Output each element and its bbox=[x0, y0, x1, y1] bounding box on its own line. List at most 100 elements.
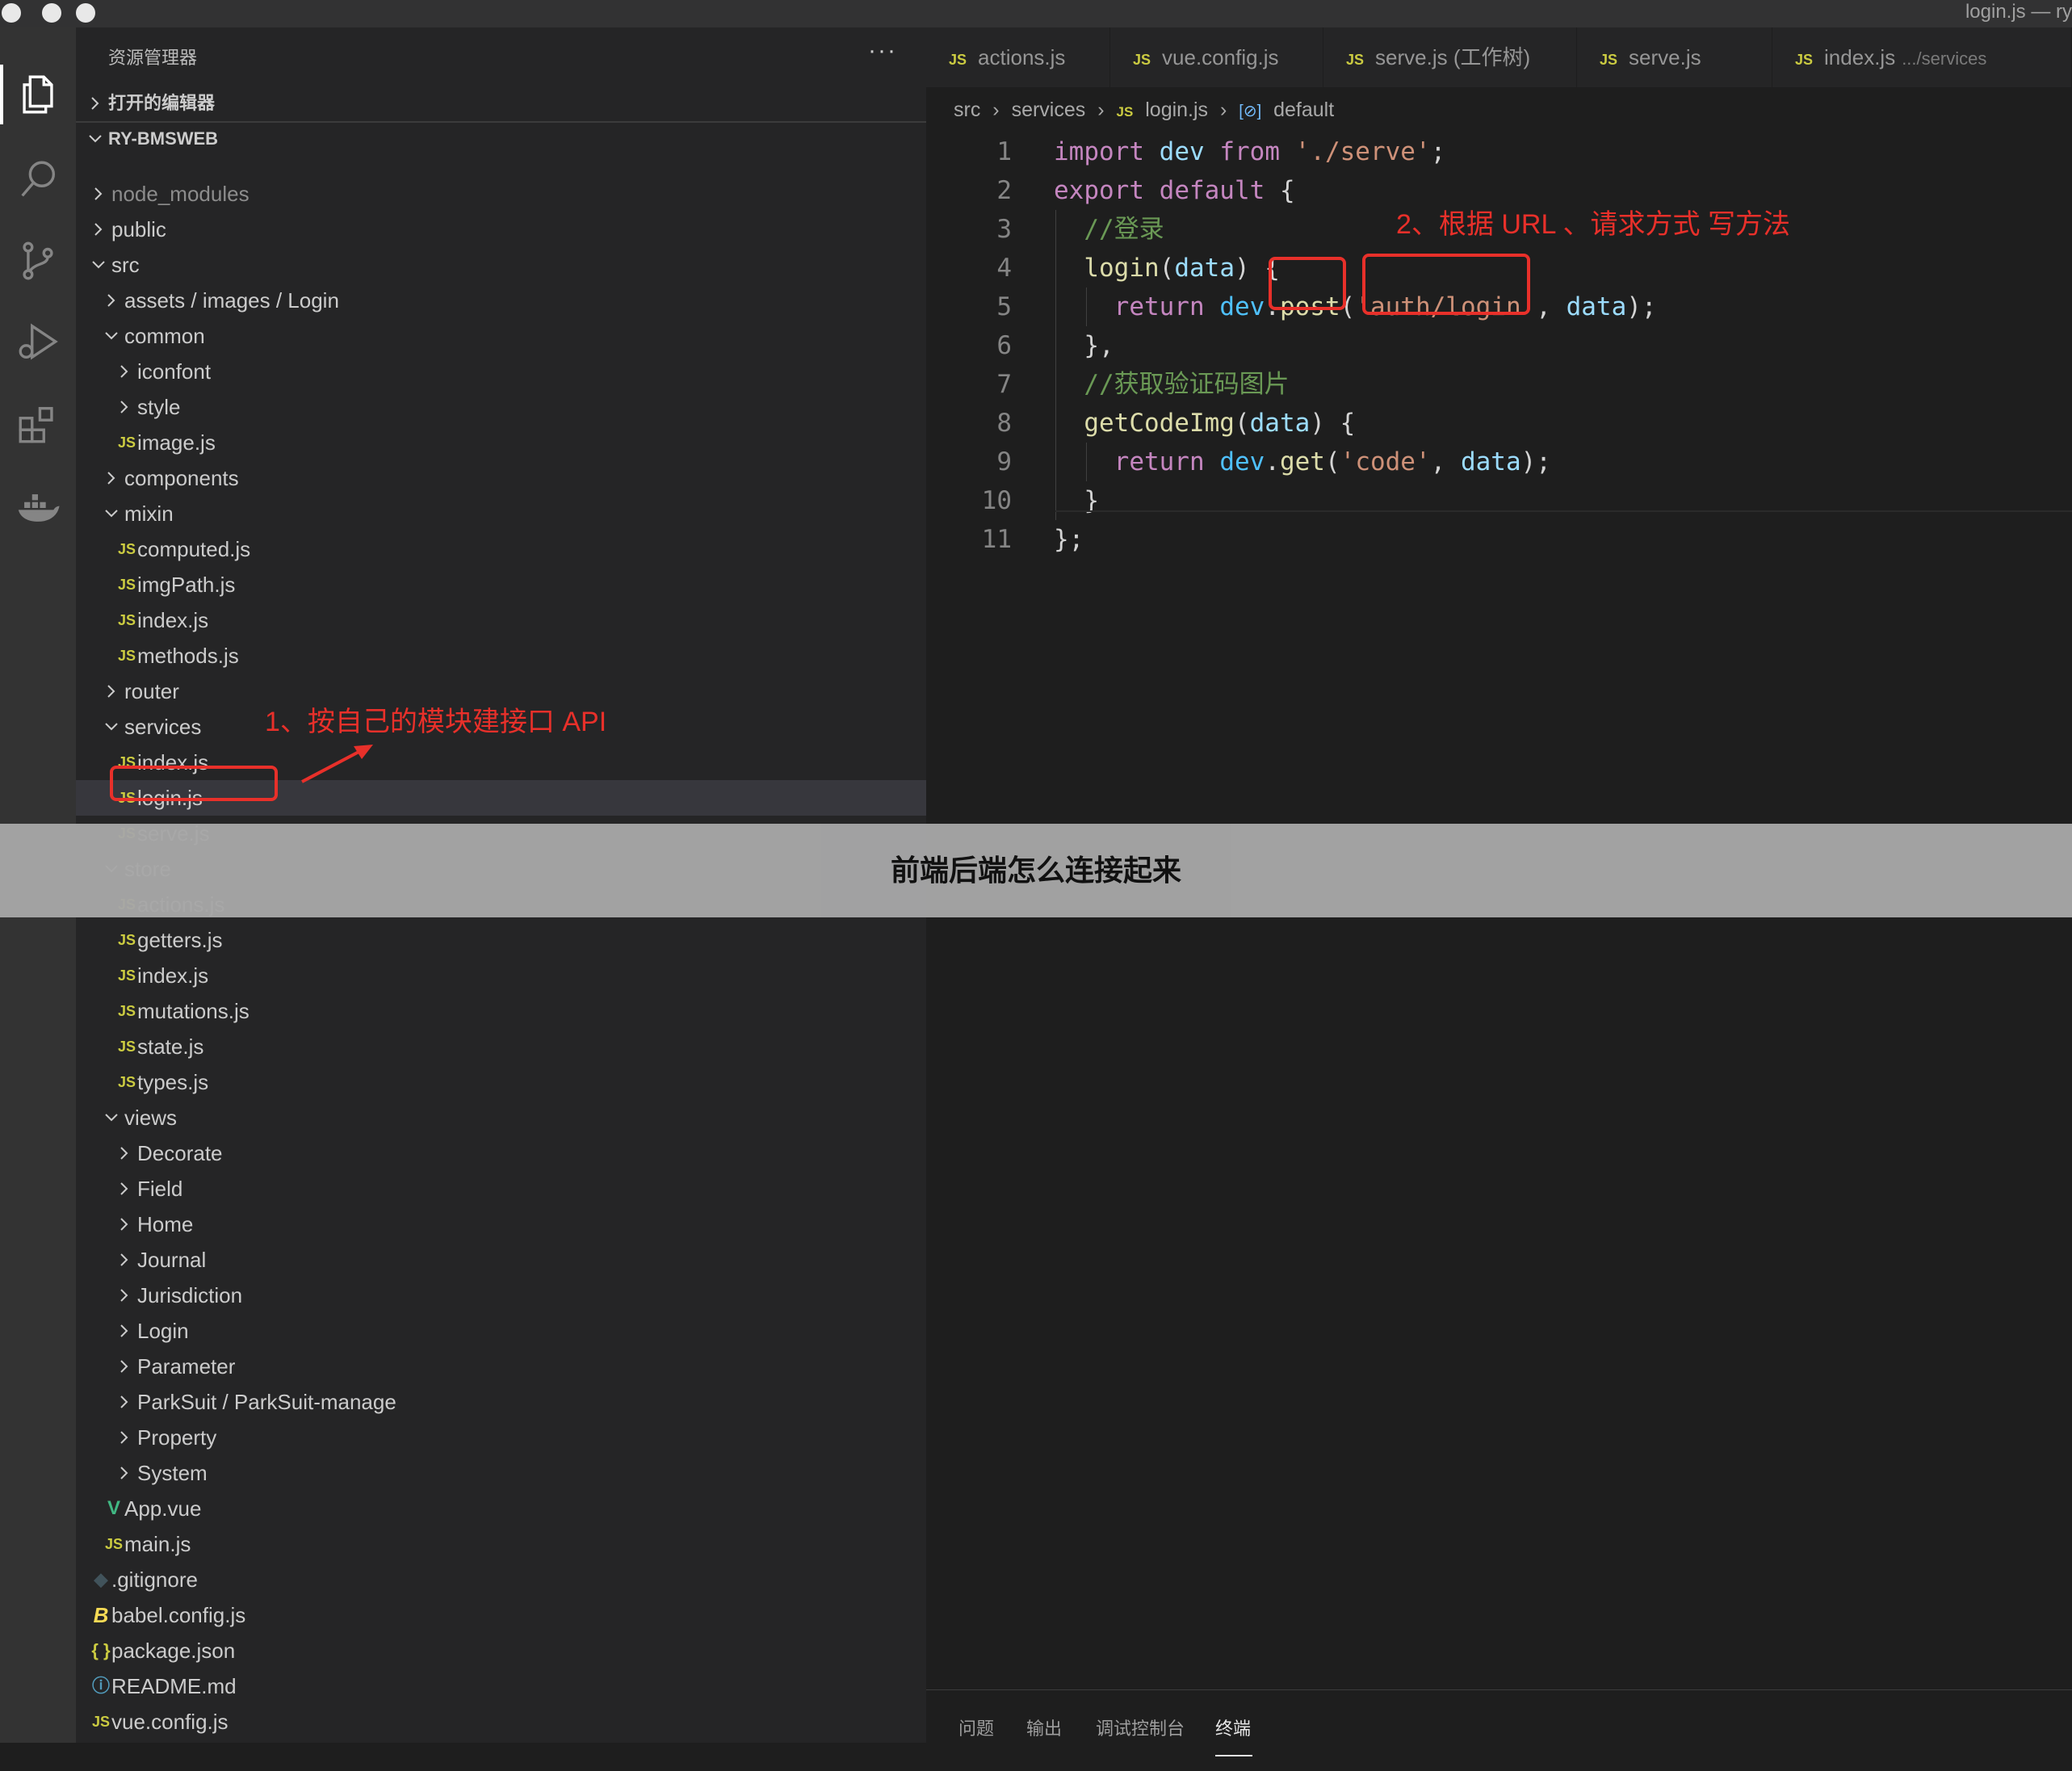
breadcrumb-item[interactable]: services bbox=[1012, 99, 1086, 121]
extensions-icon[interactable] bbox=[15, 401, 61, 447]
annotation-box-url bbox=[1362, 254, 1530, 315]
files-icon[interactable] bbox=[15, 71, 61, 118]
code-token: dev bbox=[1219, 447, 1265, 476]
annotation-box-post bbox=[1269, 257, 1346, 310]
tree-item-label: mixin bbox=[124, 502, 174, 526]
minimize-window-button[interactable] bbox=[42, 3, 61, 23]
tree-folder[interactable]: views bbox=[76, 1100, 926, 1135]
maximize-window-button[interactable] bbox=[76, 3, 95, 23]
chevron-down-icon bbox=[102, 496, 121, 531]
editor-tab[interactable]: JS serve.js (工作树) bbox=[1323, 27, 1577, 87]
more-actions-button[interactable]: ··· bbox=[868, 37, 897, 65]
tree-file[interactable]: JS state.js bbox=[76, 1029, 926, 1064]
search-icon[interactable] bbox=[15, 157, 61, 204]
code-token: ; bbox=[1430, 137, 1446, 166]
editor-tab[interactable]: JS serve.js bbox=[1577, 27, 1772, 87]
tree-folder[interactable]: Jurisdiction bbox=[76, 1278, 926, 1313]
tree-file[interactable]: JS computed.js bbox=[76, 531, 926, 567]
tree-file[interactable]: ⓘ README.md bbox=[76, 1668, 926, 1704]
run-debug-icon[interactable] bbox=[15, 318, 61, 365]
tree-file[interactable]: ◆ .gitignore bbox=[76, 1562, 926, 1597]
chevron-right-icon bbox=[115, 1242, 134, 1278]
tree-file[interactable]: JS index.js bbox=[76, 602, 926, 638]
open-editors-section[interactable]: 打开的编辑器 bbox=[76, 87, 926, 120]
tree-file[interactable]: JS types.js bbox=[76, 1064, 926, 1100]
tree-file[interactable]: JS methods.js bbox=[76, 638, 926, 674]
breadcrumb-item[interactable]: src bbox=[954, 99, 980, 121]
code-token: , bbox=[1430, 447, 1461, 476]
tree-folder[interactable]: Home bbox=[76, 1207, 926, 1242]
window-title: login.js — ry bbox=[1965, 1, 2072, 23]
line-number: 2 bbox=[996, 176, 1012, 205]
code-line: 8 getCodeImg(data) { bbox=[926, 404, 2072, 443]
code-text: //登录 bbox=[1054, 210, 1164, 249]
close-window-button[interactable] bbox=[2, 3, 21, 23]
source-control-icon[interactable] bbox=[15, 237, 61, 284]
tree-folder[interactable]: Property bbox=[76, 1420, 926, 1455]
tab-output[interactable]: 输出 bbox=[1026, 1714, 1062, 1740]
tree-file[interactable]: JS getters.js bbox=[76, 922, 926, 958]
tree-file[interactable]: JS image.js bbox=[76, 425, 926, 460]
code-token: ( bbox=[1159, 254, 1175, 283]
tree-file[interactable]: Bbabel.config.js bbox=[76, 1597, 926, 1633]
tree-folder[interactable]: Field bbox=[76, 1171, 926, 1207]
code-token: ( bbox=[1234, 409, 1250, 438]
tree-folder[interactable]: Parameter bbox=[76, 1349, 926, 1384]
code-token: dev bbox=[1159, 137, 1205, 166]
tree-folder[interactable]: assets / images / Login bbox=[76, 283, 926, 318]
tab-debug-console[interactable]: 调试控制台 bbox=[1096, 1714, 1185, 1740]
tree-file[interactable]: JS main.js bbox=[76, 1526, 926, 1562]
chevron-right-icon bbox=[115, 389, 134, 425]
editor-tab[interactable]: JS vue.config.js bbox=[1110, 27, 1323, 87]
tree-folder[interactable]: public bbox=[76, 212, 926, 247]
code-line: 1 import dev from './serve'; bbox=[926, 132, 2072, 171]
breadcrumb-separator: › bbox=[1097, 99, 1105, 121]
active-tab-underline bbox=[1215, 1755, 1252, 1756]
editor-tab[interactable]: JS index.js .../services bbox=[1772, 27, 2072, 87]
tree-folder[interactable]: iconfont bbox=[76, 354, 926, 389]
chevron-right-icon bbox=[115, 1207, 134, 1242]
tree-file[interactable]: JS mutations.js bbox=[76, 993, 926, 1029]
code-line: 10 } bbox=[926, 481, 2072, 520]
project-section[interactable]: RY-BMSWEB bbox=[76, 123, 926, 155]
code-text: //获取验证码图片 bbox=[1054, 365, 1289, 404]
tab-problems[interactable]: 问题 bbox=[958, 1714, 994, 1740]
annotation-step-1: 1、按自己的模块建接口 API bbox=[265, 707, 607, 737]
js-file-icon: JS bbox=[117, 577, 136, 593]
json-file-icon: { } bbox=[91, 1640, 111, 1660]
tree-folder[interactable]: ParkSuit / ParkSuit-manage bbox=[76, 1384, 926, 1420]
tree-file[interactable]: { } package.json bbox=[76, 1633, 926, 1668]
tree-folder[interactable]: style bbox=[76, 389, 926, 425]
tree-folder[interactable]: src bbox=[76, 247, 926, 283]
breadcrumb-item[interactable]: default bbox=[1273, 99, 1334, 121]
tree-file[interactable]: JS imgPath.js bbox=[76, 567, 926, 602]
tree-file[interactable]: JS index.js bbox=[76, 958, 926, 993]
tree-folder[interactable]: node_modules bbox=[76, 176, 926, 212]
tree-file[interactable]: V App.vue bbox=[76, 1491, 926, 1526]
editor-tab[interactable]: JS actions.js bbox=[926, 27, 1110, 87]
tree-folder[interactable]: Login bbox=[76, 1313, 926, 1349]
code-token: getCodeImg bbox=[1084, 409, 1235, 438]
tab-terminal[interactable]: 终端 bbox=[1215, 1714, 1251, 1740]
tree-folder[interactable]: Decorate bbox=[76, 1135, 926, 1171]
tree-folder[interactable]: common bbox=[76, 318, 926, 354]
tree-folder[interactable]: System bbox=[76, 1455, 926, 1491]
docker-icon[interactable] bbox=[15, 485, 61, 531]
line-number: 11 bbox=[981, 525, 1012, 554]
line-number: 1 bbox=[996, 137, 1012, 166]
tree-folder[interactable]: Journal bbox=[76, 1242, 926, 1278]
breadcrumb-item[interactable]: login.js bbox=[1145, 99, 1208, 121]
tree-file[interactable]: ✿yarn.lock bbox=[76, 1740, 926, 1743]
code-token: from bbox=[1219, 137, 1280, 166]
tree-folder[interactable]: mixin bbox=[76, 496, 926, 531]
chevron-right-icon bbox=[102, 460, 121, 496]
tree-file[interactable]: JS vue.config.js bbox=[76, 1704, 926, 1740]
tree-folder[interactable]: components bbox=[76, 460, 926, 496]
tree-item-label: main.js bbox=[124, 1532, 191, 1556]
tree-item-label: imgPath.js bbox=[137, 573, 236, 597]
